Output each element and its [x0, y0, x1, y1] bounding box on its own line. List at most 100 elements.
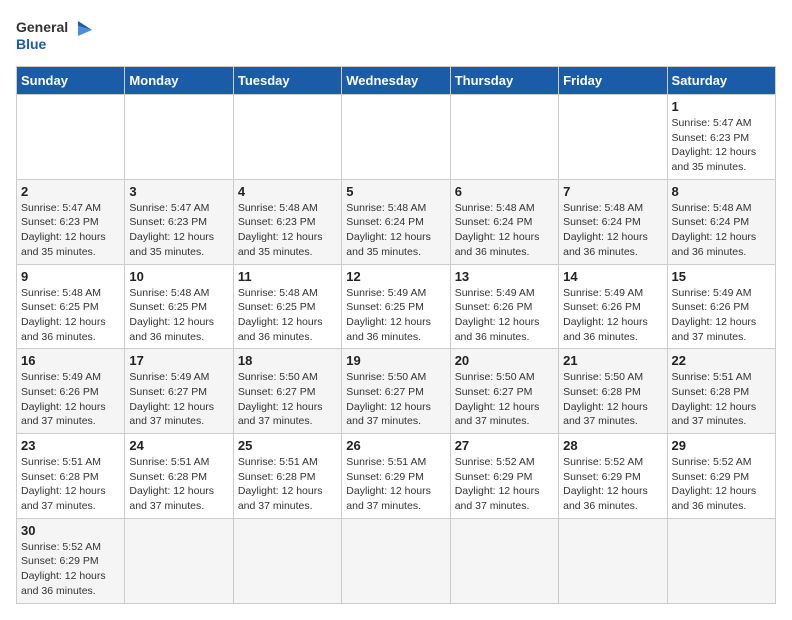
- column-header-saturday: Saturday: [667, 67, 775, 95]
- calendar-cell: 18 Sunrise: 5:50 AMSunset: 6:27 PMDayligh…: [233, 349, 341, 434]
- calendar-cell: [233, 95, 341, 180]
- calendar-cell: 10 Sunrise: 5:48 AMSunset: 6:25 PMDayligh…: [125, 264, 233, 349]
- day-number: 27: [455, 438, 554, 453]
- calendar-week-row: 2 Sunrise: 5:47 AMSunset: 6:23 PMDaylight…: [17, 179, 776, 264]
- calendar-cell: [125, 518, 233, 603]
- day-info: Sunrise: 5:51 AMSunset: 6:29 PMDaylight:…: [346, 455, 445, 514]
- calendar-cell: 17 Sunrise: 5:49 AMSunset: 6:27 PMDayligh…: [125, 349, 233, 434]
- column-header-wednesday: Wednesday: [342, 67, 450, 95]
- day-number: 18: [238, 353, 337, 368]
- calendar-cell: 12 Sunrise: 5:49 AMSunset: 6:25 PMDayligh…: [342, 264, 450, 349]
- calendar-cell: 8 Sunrise: 5:48 AMSunset: 6:24 PMDaylight…: [667, 179, 775, 264]
- calendar-week-row: 1 Sunrise: 5:47 AMSunset: 6:23 PMDaylight…: [17, 95, 776, 180]
- day-info: Sunrise: 5:52 AMSunset: 6:29 PMDaylight:…: [563, 455, 662, 514]
- calendar-cell: 28 Sunrise: 5:52 AMSunset: 6:29 PMDayligh…: [559, 434, 667, 519]
- day-number: 17: [129, 353, 228, 368]
- page-header: General Blue: [16, 16, 776, 56]
- calendar-cell: 14 Sunrise: 5:49 AMSunset: 6:26 PMDayligh…: [559, 264, 667, 349]
- calendar-cell: [342, 518, 450, 603]
- day-number: 1: [672, 99, 771, 114]
- calendar-cell: 16Sunrise: 5:49 AMSunset: 6:26 PMDayligh…: [17, 349, 125, 434]
- day-number: 11: [238, 269, 337, 284]
- day-number: 13: [455, 269, 554, 284]
- calendar-cell: 20Sunrise: 5:50 AMSunset: 6:27 PMDayligh…: [450, 349, 558, 434]
- day-number: 22: [672, 353, 771, 368]
- day-info: Sunrise: 5:52 AMSunset: 6:29 PMDaylight:…: [21, 540, 120, 599]
- day-number: 8: [672, 184, 771, 199]
- calendar-cell: 9Sunrise: 5:48 AMSunset: 6:25 PMDaylight…: [17, 264, 125, 349]
- day-info: Sunrise: 5:48 AMSunset: 6:25 PMDaylight:…: [129, 286, 228, 345]
- calendar-cell: [450, 95, 558, 180]
- logo-svg: General Blue: [16, 16, 96, 56]
- column-header-sunday: Sunday: [17, 67, 125, 95]
- calendar-cell: [233, 518, 341, 603]
- day-info: Sunrise: 5:49 AMSunset: 6:26 PMDaylight:…: [563, 286, 662, 345]
- calendar-cell: 2Sunrise: 5:47 AMSunset: 6:23 PMDaylight…: [17, 179, 125, 264]
- calendar-cell: [342, 95, 450, 180]
- calendar-week-row: 23 Sunrise: 5:51 AMSunset: 6:28 PMDayligh…: [17, 434, 776, 519]
- calendar-cell: 25 Sunrise: 5:51 AMSunset: 6:28 PMDayligh…: [233, 434, 341, 519]
- day-number: 3: [129, 184, 228, 199]
- calendar-cell: 26 Sunrise: 5:51 AMSunset: 6:29 PMDayligh…: [342, 434, 450, 519]
- day-number: 12: [346, 269, 445, 284]
- day-number: 26: [346, 438, 445, 453]
- calendar-cell: 15Sunrise: 5:49 AMSunset: 6:26 PMDayligh…: [667, 264, 775, 349]
- day-info: Sunrise: 5:48 AMSunset: 6:24 PMDaylight:…: [672, 201, 771, 260]
- calendar-cell: 22 Sunrise: 5:51 AMSunset: 6:28 PMDayligh…: [667, 349, 775, 434]
- column-header-monday: Monday: [125, 67, 233, 95]
- day-number: 6: [455, 184, 554, 199]
- calendar-week-row: 9Sunrise: 5:48 AMSunset: 6:25 PMDaylight…: [17, 264, 776, 349]
- day-number: 25: [238, 438, 337, 453]
- day-info: Sunrise: 5:49 AMSunset: 6:25 PMDaylight:…: [346, 286, 445, 345]
- day-info: Sunrise: 5:48 AMSunset: 6:24 PMDaylight:…: [563, 201, 662, 260]
- calendar-cell: 4Sunrise: 5:48 AMSunset: 6:23 PMDaylight…: [233, 179, 341, 264]
- day-info: Sunrise: 5:50 AMSunset: 6:27 PMDaylight:…: [238, 370, 337, 429]
- day-info: Sunrise: 5:48 AMSunset: 6:24 PMDaylight:…: [346, 201, 445, 260]
- calendar-cell: 7 Sunrise: 5:48 AMSunset: 6:24 PMDaylight…: [559, 179, 667, 264]
- day-number: 14: [563, 269, 662, 284]
- day-info: Sunrise: 5:51 AMSunset: 6:28 PMDaylight:…: [129, 455, 228, 514]
- day-info: Sunrise: 5:50 AMSunset: 6:27 PMDaylight:…: [346, 370, 445, 429]
- day-info: Sunrise: 5:52 AMSunset: 6:29 PMDaylight:…: [455, 455, 554, 514]
- day-number: 4: [238, 184, 337, 199]
- svg-text:General: General: [16, 19, 68, 35]
- calendar-cell: [667, 518, 775, 603]
- day-number: 23: [21, 438, 120, 453]
- day-number: 19: [346, 353, 445, 368]
- calendar-cell: 19 Sunrise: 5:50 AMSunset: 6:27 PMDayligh…: [342, 349, 450, 434]
- day-number: 2: [21, 184, 120, 199]
- calendar-cell: 21Sunrise: 5:50 AMSunset: 6:28 PMDayligh…: [559, 349, 667, 434]
- calendar-cell: 6Sunrise: 5:48 AMSunset: 6:24 PMDaylight…: [450, 179, 558, 264]
- calendar-week-row: 30 Sunrise: 5:52 AMSunset: 6:29 PMDayligh…: [17, 518, 776, 603]
- calendar-cell: 11Sunrise: 5:48 AMSunset: 6:25 PMDayligh…: [233, 264, 341, 349]
- calendar-cell: [559, 95, 667, 180]
- day-info: Sunrise: 5:49 AMSunset: 6:26 PMDaylight:…: [455, 286, 554, 345]
- day-info: Sunrise: 5:51 AMSunset: 6:28 PMDaylight:…: [672, 370, 771, 429]
- day-info: Sunrise: 5:52 AMSunset: 6:29 PMDaylight:…: [672, 455, 771, 514]
- day-number: 10: [129, 269, 228, 284]
- day-info: Sunrise: 5:47 AMSunset: 6:23 PMDaylight:…: [672, 116, 771, 175]
- day-info: Sunrise: 5:51 AMSunset: 6:28 PMDaylight:…: [21, 455, 120, 514]
- day-info: Sunrise: 5:51 AMSunset: 6:28 PMDaylight:…: [238, 455, 337, 514]
- calendar-cell: 3 Sunrise: 5:47 AMSunset: 6:23 PMDaylight…: [125, 179, 233, 264]
- calendar-cell: 27 Sunrise: 5:52 AMSunset: 6:29 PMDayligh…: [450, 434, 558, 519]
- day-number: 7: [563, 184, 662, 199]
- calendar-cell: [559, 518, 667, 603]
- column-header-friday: Friday: [559, 67, 667, 95]
- day-info: Sunrise: 5:49 AMSunset: 6:27 PMDaylight:…: [129, 370, 228, 429]
- calendar-cell: 1 Sunrise: 5:47 AMSunset: 6:23 PMDaylight…: [667, 95, 775, 180]
- calendar-cell: [125, 95, 233, 180]
- column-header-thursday: Thursday: [450, 67, 558, 95]
- calendar-cell: [450, 518, 558, 603]
- calendar-week-row: 16Sunrise: 5:49 AMSunset: 6:26 PMDayligh…: [17, 349, 776, 434]
- day-info: Sunrise: 5:50 AMSunset: 6:27 PMDaylight:…: [455, 370, 554, 429]
- day-number: 21: [563, 353, 662, 368]
- calendar-cell: 24 Sunrise: 5:51 AMSunset: 6:28 PMDayligh…: [125, 434, 233, 519]
- day-number: 30: [21, 523, 120, 538]
- day-number: 5: [346, 184, 445, 199]
- day-number: 24: [129, 438, 228, 453]
- day-info: Sunrise: 5:47 AMSunset: 6:23 PMDaylight:…: [129, 201, 228, 260]
- day-number: 15: [672, 269, 771, 284]
- logo: General Blue: [16, 16, 96, 56]
- day-number: 28: [563, 438, 662, 453]
